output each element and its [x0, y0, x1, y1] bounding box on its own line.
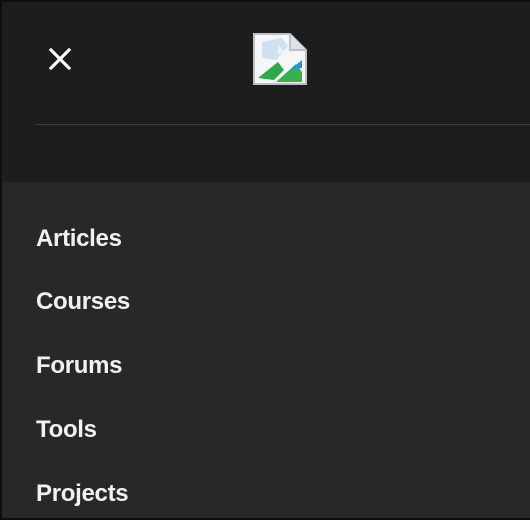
nav-item-courses[interactable]: Courses	[36, 282, 130, 322]
nav-item-forums[interactable]: Forums	[36, 346, 123, 386]
nav-item-tools[interactable]: Tools	[36, 410, 97, 450]
mobile-nav-drawer: Articles Courses Forums Tools Projects	[0, 0, 530, 520]
header-divider	[35, 124, 530, 125]
nav-menu: Articles Courses Forums Tools Projects	[2, 182, 530, 518]
close-button[interactable]	[46, 45, 74, 73]
drawer-header	[2, 2, 530, 182]
nav-item-projects[interactable]: Projects	[36, 474, 129, 514]
site-logo[interactable]	[252, 32, 308, 86]
nav-item-articles[interactable]: Articles	[36, 219, 122, 259]
close-icon	[48, 47, 72, 71]
broken-image-icon	[253, 33, 307, 85]
